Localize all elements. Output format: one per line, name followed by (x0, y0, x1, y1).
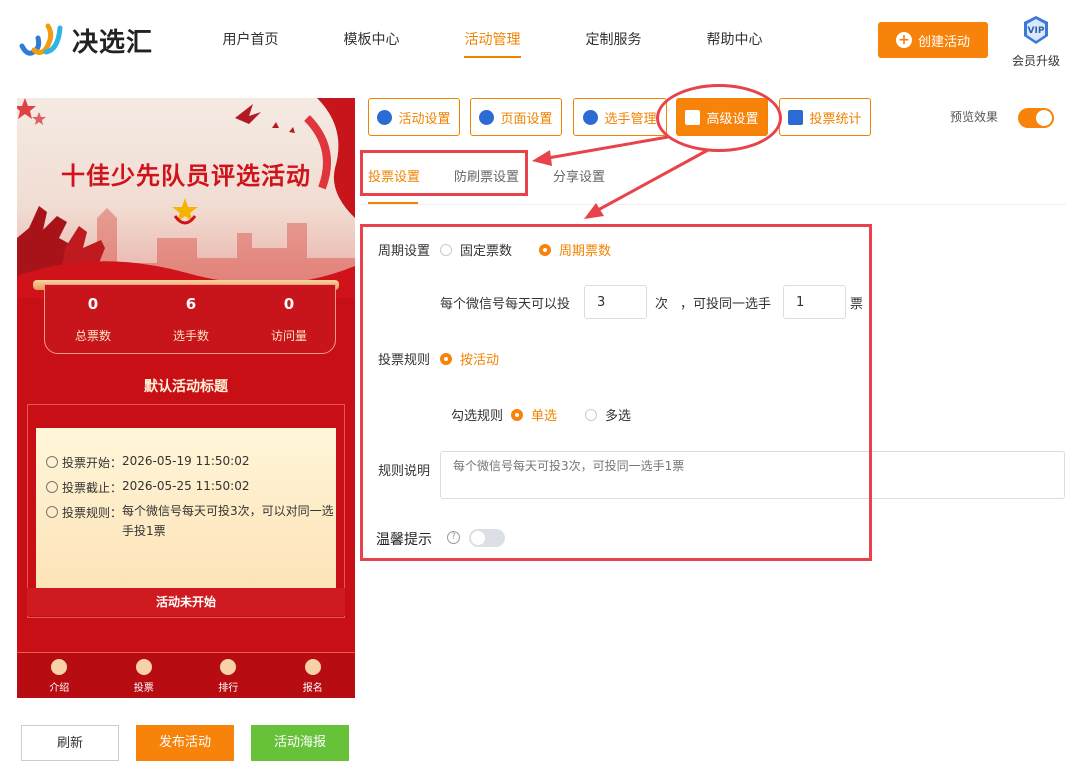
highlight-form-box (360, 224, 872, 561)
flag-icon (304, 659, 321, 675)
subtab-divider (360, 204, 1066, 205)
info-vote-end-value: 2026-05-25 11:50:02 (122, 479, 250, 493)
clock-icon (46, 456, 58, 468)
main-nav: 用户首页 模板中心 活动管理 定制服务 帮助中心 (190, 0, 795, 80)
activity-status: 活动未开始 (27, 588, 345, 616)
intro-icon (51, 659, 68, 675)
clock-icon (46, 481, 58, 493)
stat-total-votes-value: 0 (87, 295, 99, 313)
stat-visits: 0 访问量 (241, 285, 337, 344)
vote-statistics-button[interactable]: 投票统计 (779, 98, 871, 136)
subtab-share-settings[interactable]: 分享设置 (553, 166, 605, 185)
plus-icon: + (895, 32, 912, 48)
stat-visits-value: 0 (283, 295, 295, 313)
activity-settings-label: 活动设置 (398, 111, 451, 127)
vip-badge-icon: VIP (1024, 16, 1048, 44)
create-activity-label: 创建活动 (917, 34, 970, 50)
player-management-label: 选手管理 (604, 111, 657, 127)
stats-panel: 0 总票数 6 选手数 0 访问量 (44, 284, 336, 354)
info-vote-rule-key: 投票规则： (62, 506, 123, 520)
activity-banner: 十佳少先队员评选活动 (17, 98, 355, 298)
top-header: 决选汇 用户首页 模板中心 活动管理 定制服务 帮助中心 + 创建活动 VIP … (0, 0, 1088, 80)
nav-help[interactable]: 帮助中心 (674, 0, 795, 80)
activity-title: 默认活动标题 (144, 379, 228, 395)
mobile-preview: 十佳少先队员评选活动 0 总票数 6 选手数 0 访问量 默认活动标题 投票开始… (17, 98, 355, 698)
nav-activity-management[interactable]: 活动管理 (432, 0, 553, 80)
subtab-active-underline (368, 202, 418, 204)
users-icon (583, 109, 599, 125)
preview-effect-toggle[interactable] (1018, 108, 1054, 128)
info-vote-start-value: 2026-05-19 11:50:02 (122, 454, 250, 468)
page-settings-label: 页面设置 (500, 111, 553, 127)
stat-players: 6 选手数 (143, 285, 239, 344)
info-icon (46, 506, 58, 518)
tab-ranking[interactable]: 排行 (186, 653, 271, 698)
crown-icon (220, 659, 237, 675)
tab-vote-label: 投票 (133, 683, 154, 694)
banner-title: 十佳少先队员评选活动 (61, 161, 311, 190)
mobile-tabbar: 介绍 投票 排行 报名 (17, 652, 355, 698)
brand-name: 决选汇 (72, 27, 154, 58)
tab-signup[interactable]: 报名 (271, 653, 356, 698)
banner-artwork (17, 98, 355, 298)
nav-templates[interactable]: 模板中心 (311, 0, 432, 80)
info-vote-rule: 投票规则： 每个微信号每天可投3次，可以对同一选手投1票 (46, 504, 334, 541)
create-activity-button[interactable]: + 创建活动 (878, 22, 988, 58)
logo-icon (19, 23, 63, 56)
gear-icon (479, 109, 495, 125)
stat-total-votes: 0 总票数 (45, 285, 141, 344)
stat-total-votes-label: 总票数 (74, 329, 111, 343)
tab-ranking-label: 排行 (218, 683, 239, 694)
player-management-button[interactable]: 选手管理 (573, 98, 667, 136)
highlight-subtabs-box (360, 150, 528, 196)
nav-custom-service[interactable]: 定制服务 (553, 0, 674, 80)
vip-badge-text: VIP (1028, 26, 1045, 36)
publish-activity-button[interactable]: 发布活动 (136, 725, 234, 761)
highlight-ellipse (656, 84, 782, 152)
preview-actions: 刷新 发布活动 活动海报 (21, 725, 366, 761)
stat-visits-label: 访问量 (270, 329, 307, 343)
page-settings-button[interactable]: 页面设置 (470, 98, 562, 136)
info-vote-start: 投票开始： 2026-05-19 11:50:02 (46, 454, 249, 471)
preview-effect-label: 预览效果 (950, 110, 999, 124)
activity-poster-button[interactable]: 活动海报 (251, 725, 349, 761)
vip-upgrade[interactable]: VIP 会员升级 (1008, 14, 1064, 69)
stat-players-value: 6 (185, 295, 197, 313)
star-icon (377, 109, 393, 125)
vote-statistics-label: 投票统计 (809, 111, 862, 127)
nav-home[interactable]: 用户首页 (190, 0, 311, 80)
info-vote-end-key: 投票截止： (62, 481, 123, 495)
stat-players-label: 选手数 (172, 329, 209, 343)
vip-upgrade-label: 会员升级 (1011, 54, 1060, 68)
activity-settings-button[interactable]: 活动设置 (368, 98, 460, 136)
tab-intro[interactable]: 介绍 (17, 653, 102, 698)
tab-vote[interactable]: 投票 (102, 653, 187, 698)
info-vote-start-key: 投票开始： (62, 456, 123, 470)
info-vote-end: 投票截止： 2026-05-25 11:50:02 (46, 479, 249, 496)
activity-info-card: 投票开始： 2026-05-19 11:50:02 投票截止： 2026-05-… (36, 428, 336, 588)
brand-logo[interactable]: 决选汇 (18, 20, 153, 60)
refresh-button[interactable]: 刷新 (21, 725, 119, 761)
vote-icon (135, 659, 152, 675)
tab-signup-label: 报名 (302, 683, 323, 694)
bar-chart-icon (788, 109, 804, 125)
info-vote-rule-value: 每个微信号每天可投3次，可以对同一选手投1票 (122, 504, 334, 538)
tab-intro-label: 介绍 (49, 683, 70, 694)
